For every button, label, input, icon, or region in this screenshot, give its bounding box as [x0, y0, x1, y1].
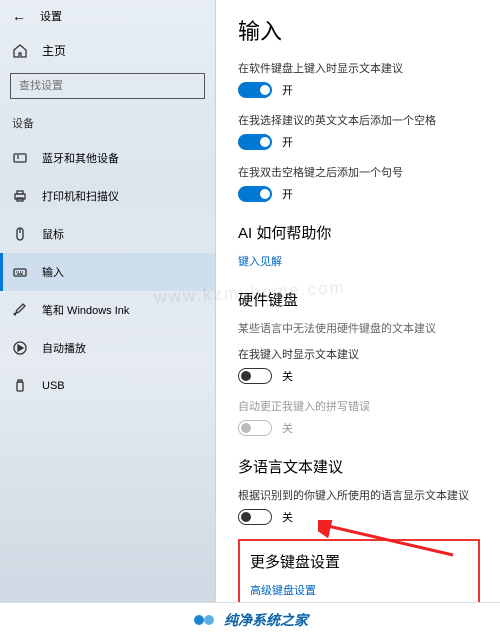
app-title: 设置 — [40, 8, 62, 24]
mouse-icon — [12, 226, 28, 242]
sidebar-item-label: 蓝牙和其他设备 — [42, 150, 119, 166]
printer-icon — [12, 188, 28, 204]
setting-label: 自动更正我键入的拼写错误 — [238, 398, 480, 414]
toggle-state: 开 — [282, 134, 293, 150]
sidebar-header: ← 设置 — [0, 0, 215, 32]
toggle-softkb-suggestions[interactable] — [238, 82, 272, 98]
more-section-title: 更多键盘设置 — [250, 551, 468, 572]
home-label: 主页 — [42, 42, 66, 59]
sidebar-item-printers[interactable]: 打印机和扫描仪 — [0, 177, 215, 215]
setting-label: 根据识别到的你键入所使用的语言显示文本建议 — [238, 487, 480, 503]
ai-section-title: AI 如何帮助你 — [238, 222, 480, 243]
sidebar-item-autoplay[interactable]: 自动播放 — [0, 329, 215, 367]
main-content: 输入 在软件键盘上键入时显示文本建议 开 在我选择建议的英文文本后添加一个空格 … — [216, 0, 500, 602]
page-title: 输入 — [238, 14, 480, 46]
toggle-hw-suggestions[interactable] — [238, 368, 272, 384]
toggle-state: 开 — [282, 82, 293, 98]
setting-add-space: 在我选择建议的英文文本后添加一个空格 开 — [238, 112, 480, 150]
setting-label: 在软件键盘上键入时显示文本建议 — [238, 60, 480, 76]
toggle-state: 开 — [282, 186, 293, 202]
typing-insights-link[interactable]: 键入见解 — [238, 253, 480, 269]
highlight-box: 更多键盘设置 高级键盘设置 — [238, 539, 480, 602]
hardware-desc: 某些语言中无法使用硬件键盘的文本建议 — [238, 320, 480, 336]
advanced-keyboard-link[interactable]: 高级键盘设置 — [250, 582, 468, 598]
autoplay-icon — [12, 340, 28, 356]
toggle-add-space[interactable] — [238, 134, 272, 150]
bluetooth-icon — [12, 150, 28, 166]
sidebar-item-usb[interactable]: USB — [0, 367, 215, 405]
hardware-section-title: 硬件键盘 — [238, 289, 480, 310]
back-button[interactable]: ← — [12, 8, 26, 24]
setting-label: 在我双击空格键之后添加一个句号 — [238, 164, 480, 180]
toggle-state: 关 — [282, 509, 293, 525]
sidebar: ← 设置 主页 设备 蓝牙和其他设备 打印机和扫描仪 鼠标 — [0, 0, 216, 602]
home-icon — [12, 43, 28, 59]
footer-text: 纯净系统之家 — [224, 610, 308, 630]
sidebar-item-label: 鼠标 — [42, 226, 64, 242]
toggle-multilang[interactable] — [238, 509, 272, 525]
sidebar-item-typing[interactable]: 输入 — [0, 253, 215, 291]
keyboard-icon — [12, 264, 28, 280]
toggle-state: 关 — [282, 368, 293, 384]
sidebar-list: 蓝牙和其他设备 打印机和扫描仪 鼠标 输入 笔和 Windows Ink 自动播… — [0, 139, 215, 405]
sidebar-item-pen[interactable]: 笔和 Windows Ink — [0, 291, 215, 329]
setting-hw-suggestions: 在我键入时显示文本建议 关 — [238, 346, 480, 384]
pen-icon — [12, 302, 28, 318]
sidebar-item-label: 笔和 Windows Ink — [42, 302, 129, 318]
sidebar-item-mouse[interactable]: 鼠标 — [0, 215, 215, 253]
sidebar-item-label: 输入 — [42, 264, 64, 280]
setting-label: 在我选择建议的英文文本后添加一个空格 — [238, 112, 480, 128]
section-header: 设备 — [0, 111, 215, 139]
setting-add-period: 在我双击空格键之后添加一个句号 开 — [238, 164, 480, 202]
sidebar-item-bluetooth[interactable]: 蓝牙和其他设备 — [0, 139, 215, 177]
setting-label: 在我键入时显示文本建议 — [238, 346, 480, 362]
multilang-section-title: 多语言文本建议 — [238, 456, 480, 477]
sidebar-item-label: 自动播放 — [42, 340, 86, 356]
search-box — [10, 73, 205, 99]
search-input[interactable] — [10, 73, 205, 99]
toggle-add-period[interactable] — [238, 186, 272, 202]
footer: 纯净系统之家 — [0, 603, 500, 636]
sidebar-item-label: USB — [42, 380, 65, 392]
toggle-hw-autocorrect — [238, 420, 272, 436]
setting-softkb-suggestions: 在软件键盘上键入时显示文本建议 开 — [238, 60, 480, 98]
toggle-state: 关 — [282, 420, 293, 436]
footer-logo-icon — [192, 608, 216, 632]
setting-multilang: 根据识别到的你键入所使用的语言显示文本建议 关 — [238, 487, 480, 525]
sidebar-home[interactable]: 主页 — [0, 32, 215, 69]
setting-hw-autocorrect: 自动更正我键入的拼写错误 关 — [238, 398, 480, 436]
usb-icon — [12, 378, 28, 394]
sidebar-item-label: 打印机和扫描仪 — [42, 188, 119, 204]
